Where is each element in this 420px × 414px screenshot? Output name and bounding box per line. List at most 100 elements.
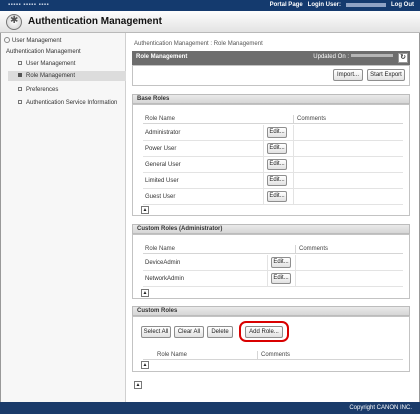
sidebar-user-management[interactable]: User Management [4, 37, 61, 44]
edit-button[interactable]: Edit... [271, 257, 291, 268]
updated-on-value [351, 54, 393, 57]
custom-admin-roles-panel: Role Name Comments DeviceAdmin Edit... Net… [132, 234, 410, 299]
table-row: Limited User Edit... [143, 173, 403, 189]
sidebar-item-preferences[interactable]: Preferences [18, 87, 58, 93]
sidebar-item-label: Authentication Service Information [26, 100, 118, 106]
portal-page-link[interactable]: Portal Page [270, 2, 303, 8]
logout-link[interactable]: Log Out [391, 2, 414, 8]
custom-admin-column-header: Role Name Comments [143, 245, 403, 254]
collapse-icon[interactable]: ▲ [141, 361, 149, 369]
role-name: DeviceAdmin [145, 260, 181, 266]
masked-text: ▪▪▪▪▪ ▪▪▪▪▪ ▪▪▪▪ [8, 2, 50, 8]
edit-button[interactable]: Edit... [271, 273, 291, 284]
column-divider [295, 271, 296, 287]
copyright-text: Copyright CANON INC. [349, 405, 412, 411]
sidebar-user-management-label: User Management [12, 38, 62, 44]
table-row: Power User Edit... [143, 141, 403, 157]
custom-roles-header: Custom Roles [132, 306, 410, 316]
highlight-ring [239, 321, 289, 342]
table-row: General User Edit... [143, 157, 403, 173]
table-row: Administrator Edit... [143, 125, 403, 141]
role-name: Limited User [145, 178, 179, 184]
column-divider [263, 141, 264, 157]
role-name-column-label: Role Name [145, 246, 176, 252]
square-bullet-icon [18, 100, 22, 104]
import-export-panel: Import... Start Export [132, 65, 410, 86]
edit-button[interactable]: Edit... [267, 191, 287, 202]
column-divider [293, 173, 294, 189]
refresh-icon[interactable]: ↻ [398, 53, 408, 63]
page-title: Role Management [136, 54, 188, 60]
import-button[interactable]: Import... [333, 69, 363, 81]
collapse-all-icon[interactable]: ▲ [134, 381, 142, 389]
comments-column-label: Comments [261, 352, 291, 358]
column-divider [263, 125, 264, 141]
role-name-column-label: Role Name [157, 352, 188, 358]
updated-on-text: Updated On : [313, 54, 393, 60]
custom-roles-column-header: Role Name Comments [143, 351, 403, 360]
edit-button[interactable]: Edit... [267, 143, 287, 154]
sidebar-item-role-management[interactable]: Role Management [8, 71, 126, 81]
comments-column-label: Comments [297, 116, 327, 122]
square-bullet-icon [18, 61, 22, 65]
column-divider [293, 189, 294, 205]
top-bar: ▪▪▪▪▪ ▪▪▪▪▪ ▪▪▪▪ Portal Page Login User:… [0, 0, 420, 11]
edit-button[interactable]: Edit... [267, 127, 287, 138]
column-divider [267, 271, 268, 287]
role-name: NetworkAdmin [145, 276, 185, 282]
custom-admin-roles-title: Custom Roles (Administrator) [137, 226, 223, 232]
sidebar-auth-management[interactable]: Authentication Management [6, 49, 81, 55]
edit-button[interactable]: Edit... [267, 159, 287, 170]
role-name: Administrator [145, 130, 181, 136]
column-divider [293, 125, 294, 141]
sidebar-item-auth-service-info[interactable]: Authentication Service Information [18, 100, 117, 106]
login-user-value [346, 3, 386, 7]
custom-roles-title: Custom Roles [137, 308, 178, 314]
app-title: Authentication Management [28, 16, 162, 27]
column-divider [293, 157, 294, 173]
sidebar-item-label: User Management [26, 61, 76, 67]
base-roles-header: Base Roles [132, 94, 410, 104]
clear-all-button[interactable]: Clear All [174, 326, 204, 338]
edit-button[interactable]: Edit... [267, 175, 287, 186]
login-user-label: Login User: [307, 2, 341, 8]
column-divider [293, 141, 294, 157]
role-name-column-label: Role Name [145, 116, 176, 122]
role-name: Power User [145, 146, 177, 152]
square-bullet-icon [18, 87, 22, 91]
footer: Copyright CANON INC. [0, 402, 420, 414]
column-divider [263, 173, 264, 189]
start-export-button[interactable]: Start Export [367, 69, 405, 81]
role-name: General User [145, 162, 181, 168]
base-roles-title: Base Roles [137, 96, 170, 102]
breadcrumb: Authentication Management : Role Managem… [134, 41, 263, 47]
column-divider [295, 245, 296, 254]
app-logo-icon [6, 14, 22, 30]
main-content: Authentication Management : Role Managem… [130, 33, 416, 402]
column-divider [293, 115, 294, 124]
column-divider [257, 351, 258, 360]
sidebar: User Management Authentication Managemen… [0, 33, 126, 402]
column-divider [295, 255, 296, 271]
column-divider [263, 189, 264, 205]
square-bullet-icon [18, 73, 22, 77]
collapse-icon[interactable]: ▲ [141, 206, 149, 214]
table-row: NetworkAdmin Edit... [143, 271, 403, 287]
page-header: Role Management Updated On : ↻ [132, 51, 410, 65]
sidebar-auth-management-label: Authentication Management [6, 49, 81, 55]
column-divider [263, 157, 264, 173]
sidebar-item-label: Role Management [26, 73, 76, 79]
title-bar: Authentication Management [0, 11, 420, 33]
delete-button[interactable]: Delete [207, 326, 233, 338]
table-row: Guest User Edit... [143, 189, 403, 205]
select-all-button[interactable]: Select All [141, 326, 171, 338]
table-row: DeviceAdmin Edit... [143, 255, 403, 271]
base-roles-panel: Role Name Comments Administrator Edit... P… [132, 104, 410, 216]
base-roles-column-header: Role Name Comments [143, 115, 403, 124]
sidebar-item-label: Preferences [26, 87, 59, 93]
sidebar-item-user-management[interactable]: User Management [18, 61, 75, 67]
column-divider [267, 255, 268, 271]
updated-on-label: Updated On : [313, 54, 349, 60]
collapse-icon[interactable]: ▲ [141, 289, 149, 297]
comments-column-label: Comments [299, 246, 329, 252]
